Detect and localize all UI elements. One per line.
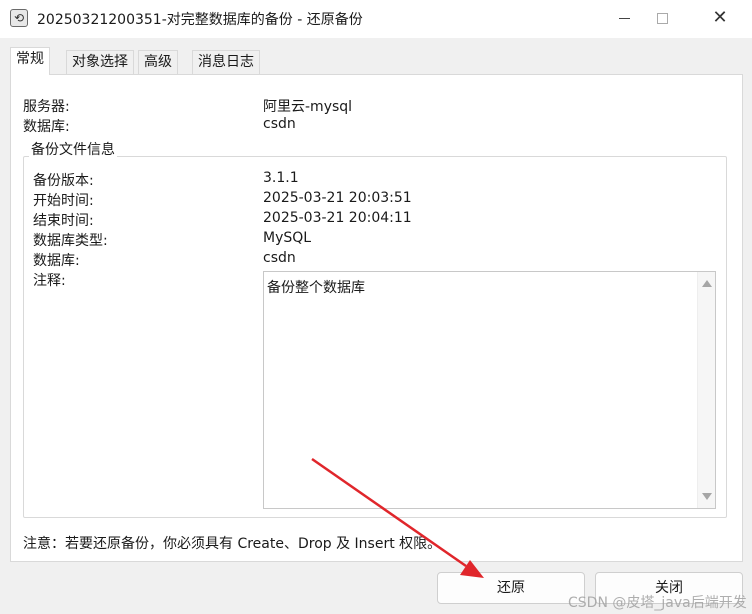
close-icon: ✕ bbox=[712, 7, 728, 28]
tab-object-selection[interactable]: 对象选择 bbox=[66, 50, 134, 74]
tab-bar: 常规 对象选择 高级 消息日志 bbox=[0, 38, 752, 75]
server-label: 服务器: bbox=[23, 99, 70, 115]
backup-version-value: 3.1.1 bbox=[263, 170, 299, 186]
minimize-icon bbox=[618, 17, 630, 19]
database-type-label: 数据库类型: bbox=[33, 233, 108, 249]
permission-note: 注意：若要还原备份，你必须具有 Create、Drop 及 Insert 权限。 bbox=[23, 536, 442, 552]
restore-icon: ⟲ bbox=[10, 9, 28, 27]
scroll-down-icon[interactable] bbox=[702, 493, 712, 500]
comment-label: 注释: bbox=[33, 273, 66, 289]
database-value: csdn bbox=[263, 116, 296, 132]
database-label: 数据库: bbox=[23, 119, 70, 135]
tab-advanced[interactable]: 高级 bbox=[138, 50, 178, 74]
tab-message-log[interactable]: 消息日志 bbox=[192, 50, 260, 74]
maximize-button[interactable] bbox=[638, 0, 686, 38]
window-title: 20250321200351-对完整数据库的备份 - 还原备份 bbox=[37, 12, 363, 28]
restore-button[interactable]: 还原 bbox=[437, 572, 585, 604]
comment-textarea[interactable]: 备份整个数据库 bbox=[263, 271, 716, 509]
comment-scrollbar[interactable] bbox=[697, 272, 715, 508]
database-type-value: MySQL bbox=[263, 230, 312, 246]
maximize-icon bbox=[656, 12, 668, 24]
comment-text: 备份整个数据库 bbox=[267, 280, 365, 296]
backup-database-value: csdn bbox=[263, 250, 296, 266]
tab-general[interactable]: 常规 bbox=[10, 47, 50, 75]
start-time-value: 2025-03-21 20:03:51 bbox=[263, 190, 412, 206]
backup-version-label: 备份版本: bbox=[33, 173, 94, 189]
backup-info-group-title: 备份文件信息 bbox=[29, 139, 117, 159]
end-time-label: 结束时间: bbox=[33, 213, 94, 229]
scroll-up-icon[interactable] bbox=[702, 280, 712, 287]
watermark: CSDN @皮塔_java后端开发 bbox=[568, 595, 747, 611]
title-bar: ⟲ 20250321200351-对完整数据库的备份 - 还原备份 ✕ bbox=[0, 0, 752, 38]
server-value: 阿里云-mysql bbox=[263, 99, 353, 115]
end-time-value: 2025-03-21 20:04:11 bbox=[263, 210, 412, 226]
backup-database-label: 数据库: bbox=[33, 253, 80, 269]
start-time-label: 开始时间: bbox=[33, 193, 94, 209]
close-window-button[interactable]: ✕ bbox=[696, 0, 744, 38]
